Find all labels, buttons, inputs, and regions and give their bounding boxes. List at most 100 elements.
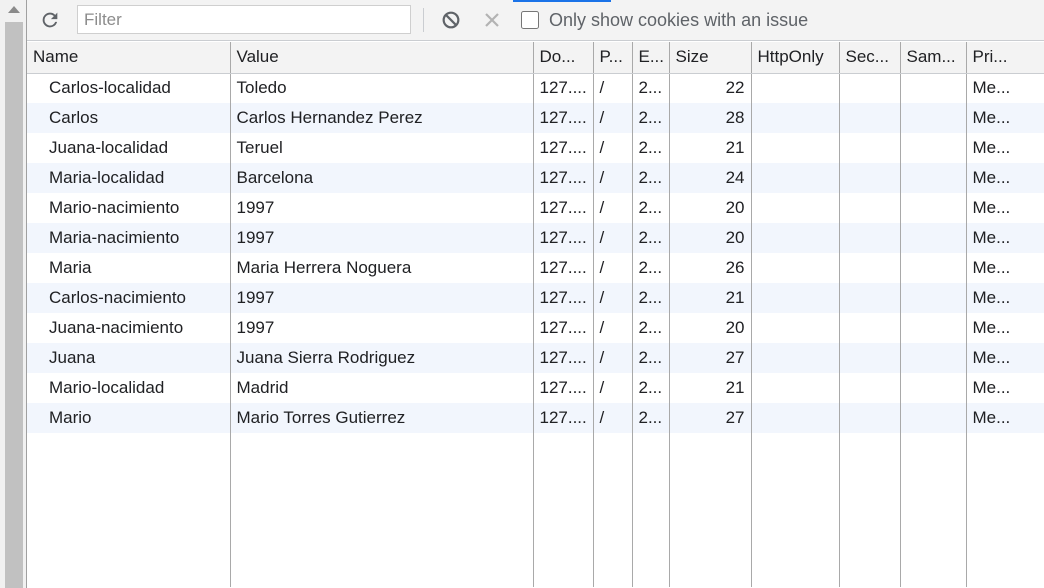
column-header-httponly[interactable]: HttpOnly bbox=[751, 42, 840, 74]
empty-cell bbox=[839, 433, 901, 587]
cookie-samesite-cell bbox=[900, 193, 967, 223]
cookie-priority-cell: Me... bbox=[966, 223, 1044, 253]
cookie-domain-cell: 127.... bbox=[533, 163, 594, 193]
cookie-secure-cell bbox=[839, 313, 901, 343]
cookie-value-cell: Toledo bbox=[230, 73, 534, 103]
close-icon bbox=[485, 13, 499, 27]
cookie-samesite-cell bbox=[900, 253, 967, 283]
cookie-priority-cell: Me... bbox=[972, 378, 1011, 397]
column-header-name[interactable]: Name bbox=[27, 42, 231, 74]
column-header-samesite[interactable]: Sam... bbox=[900, 42, 967, 74]
cookie-expires-cell: 2... bbox=[632, 373, 670, 403]
cookie-value-cell: Maria Herrera Noguera bbox=[230, 253, 534, 283]
delete-selected-button[interactable] bbox=[481, 7, 503, 33]
cookie-secure-cell bbox=[839, 253, 901, 283]
cookie-httponly-cell bbox=[751, 163, 840, 193]
cookie-path-cell: / bbox=[593, 253, 633, 283]
cookie-value-cell: Madrid bbox=[230, 373, 534, 403]
empty-cell bbox=[751, 433, 840, 587]
cookie-priority-cell: Me... bbox=[972, 198, 1011, 217]
only-issues-label[interactable]: Only show cookies with an issue bbox=[549, 10, 808, 31]
cookies-toolbar: Only show cookies with an issue bbox=[27, 0, 1044, 41]
cookie-name-cell: Juana-localidad bbox=[27, 133, 231, 163]
table-row[interactable]: Carlos-localidad Toledo 127..../2... 22 Me..… bbox=[27, 73, 1044, 103]
table-row[interactable]: Juana-localidad Teruel 127..../2... 21 Me... bbox=[27, 133, 1044, 163]
refresh-icon bbox=[42, 12, 58, 28]
table-row[interactable]: Juana Juana Sierra Rodriguez 127..../2... 2… bbox=[27, 343, 1044, 373]
cookie-domain-cell: 127.... bbox=[533, 133, 594, 163]
cookie-name-cell: Mario bbox=[27, 403, 231, 433]
cookie-domain-cell: 127.... bbox=[533, 313, 594, 343]
cookie-httponly-cell bbox=[751, 133, 840, 163]
cookie-httponly-cell bbox=[751, 283, 840, 313]
cookie-expires-cell: 2... bbox=[632, 403, 670, 433]
cookie-value-cell: 1997 bbox=[230, 313, 534, 343]
filter-input[interactable] bbox=[77, 5, 411, 34]
active-tab-indicator bbox=[513, 0, 611, 2]
cookie-secure-cell bbox=[839, 373, 901, 403]
cookie-size-cell: 22 bbox=[669, 73, 752, 103]
cookie-path-cell: / bbox=[593, 313, 633, 343]
table-row[interactable]: Carlos Carlos Hernandez Perez 127..../2...… bbox=[27, 103, 1044, 133]
cookie-size-cell: 27 bbox=[669, 343, 752, 373]
cookie-secure-cell bbox=[839, 283, 901, 313]
cookie-value-cell: Barcelona bbox=[230, 163, 534, 193]
cookie-size-cell: 27 bbox=[669, 403, 752, 433]
cookie-secure-cell bbox=[839, 223, 901, 253]
cookie-path-cell: / bbox=[593, 103, 633, 133]
clear-all-cookies-button[interactable] bbox=[439, 8, 463, 32]
column-header-expires[interactable]: E... bbox=[632, 42, 670, 74]
cookie-domain-cell: 127.... bbox=[533, 73, 594, 103]
table-row[interactable]: Juana-nacimiento 1997 127..../2... 20 Me... bbox=[27, 313, 1044, 343]
cookie-samesite-cell bbox=[900, 313, 967, 343]
cookie-expires-cell: 2... bbox=[632, 73, 670, 103]
cookie-expires-cell: 2... bbox=[632, 103, 670, 133]
table-row[interactable]: Mario-nacimiento 1997 127..../2... 20 Me... bbox=[27, 193, 1044, 223]
scrollbar-thumb[interactable] bbox=[5, 22, 23, 588]
column-header-size[interactable]: Size bbox=[669, 42, 752, 74]
table-row[interactable]: Maria Maria Herrera Noguera 127..../2... 26… bbox=[27, 253, 1044, 283]
cookie-httponly-cell bbox=[751, 343, 840, 373]
column-header-priority[interactable]: Pri... bbox=[966, 42, 1044, 74]
only-issues-checkbox[interactable] bbox=[521, 11, 539, 29]
cookie-expires-cell: 2... bbox=[632, 343, 670, 373]
table-row[interactable]: Carlos-nacimiento 1997 127..../2... 21 Me... bbox=[27, 283, 1044, 313]
cookie-size-cell: 24 bbox=[669, 163, 752, 193]
column-header-secure[interactable]: Sec... bbox=[839, 42, 901, 74]
table-row[interactable]: Mario Mario Torres Gutierrez 127..../2... 2… bbox=[27, 403, 1044, 433]
cookie-size-cell: 21 bbox=[669, 283, 752, 313]
cookie-priority-cell: Me... bbox=[966, 403, 1044, 433]
column-header-value[interactable]: Value bbox=[230, 42, 534, 74]
cookie-priority-cell: Me... bbox=[972, 78, 1011, 98]
cookie-name-cell: Mario-nacimiento bbox=[27, 193, 231, 223]
cookie-secure-cell bbox=[839, 193, 901, 223]
cookies-table: Name Value Do... P... E... Size HttpOnly… bbox=[27, 42, 1044, 588]
cookie-samesite-cell bbox=[900, 373, 967, 403]
cookie-path-cell: / bbox=[593, 373, 633, 403]
cookie-httponly-cell bbox=[751, 223, 840, 253]
table-row[interactable]: Maria-nacimiento 1997 127..../2... 20 Me... bbox=[27, 223, 1044, 253]
refresh-button[interactable] bbox=[37, 7, 63, 33]
cookie-path-cell: / bbox=[593, 343, 633, 373]
cookie-size-cell: 20 bbox=[669, 313, 752, 343]
scroll-up-arrow-icon[interactable] bbox=[8, 6, 20, 13]
cookie-path-cell: / bbox=[593, 73, 633, 103]
empty-cell bbox=[533, 433, 594, 587]
cookie-domain-cell: 127.... bbox=[533, 283, 594, 313]
cookie-samesite-cell bbox=[900, 133, 967, 163]
cookie-domain-cell: 127.... bbox=[533, 223, 594, 253]
cookie-path-cell: / bbox=[593, 403, 633, 433]
table-row[interactable]: Maria-localidad Barcelona 127..../2... 24 Me… bbox=[27, 163, 1044, 193]
cookie-samesite-cell bbox=[900, 163, 967, 193]
empty-cell bbox=[593, 433, 633, 587]
column-header-path[interactable]: P... bbox=[593, 42, 633, 74]
sidebar-scrollbar[interactable] bbox=[0, 0, 27, 588]
cookie-secure-cell bbox=[839, 73, 901, 103]
column-header-domain[interactable]: Do... bbox=[533, 42, 594, 74]
empty-cell bbox=[230, 433, 534, 587]
cookie-size-cell: 20 bbox=[669, 223, 752, 253]
cookie-name-cell: Juana bbox=[27, 343, 231, 373]
table-row[interactable]: Mario-localidad Madrid 127..../2... 21 Me... bbox=[27, 373, 1044, 403]
cookie-domain-cell: 127.... bbox=[533, 103, 594, 133]
cookie-expires-cell: 2... bbox=[632, 253, 670, 283]
